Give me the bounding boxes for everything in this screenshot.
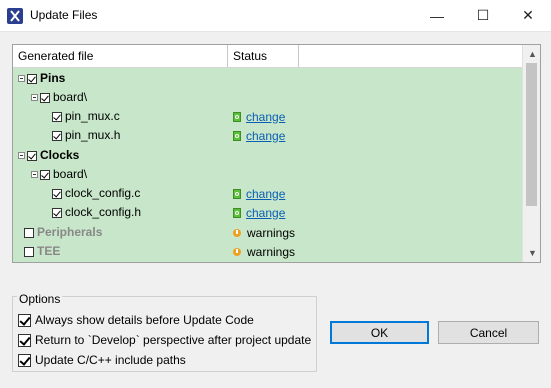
close-button[interactable]: ✕ xyxy=(505,0,551,31)
collapse-icon[interactable] xyxy=(18,152,25,159)
tree-item-label: board\ xyxy=(53,167,88,181)
change-link[interactable]: change xyxy=(246,110,285,124)
change-link[interactable]: change xyxy=(246,129,285,143)
minimize-button[interactable]: — xyxy=(414,0,460,31)
tree-item-label: clock_config.h xyxy=(65,205,142,219)
changed-file-icon xyxy=(233,111,241,122)
checkbox-peripherals[interactable] xyxy=(24,227,34,238)
checkbox-clocks[interactable] xyxy=(27,150,37,161)
collapse-icon[interactable] xyxy=(31,171,38,178)
option-label: Always show details before Update Code xyxy=(35,313,254,327)
warning-icon xyxy=(233,247,241,256)
tree-item-label: Pins xyxy=(40,71,66,85)
change-link[interactable]: change xyxy=(246,187,285,201)
scroll-up-icon[interactable]: ▲ xyxy=(528,49,537,59)
checkbox-always-show-details[interactable] xyxy=(18,313,31,327)
tree-row-clocks-board[interactable]: board\ xyxy=(13,165,522,184)
column-header-status[interactable]: Status xyxy=(228,45,299,67)
generated-files-tree[interactable]: Generated file Status Pins board\ pin_mu… xyxy=(12,44,541,263)
checkbox-clock-config-h[interactable] xyxy=(52,207,62,218)
option-always-show-details[interactable]: Always show details before Update Code xyxy=(18,313,254,327)
tree-rows: Pins board\ pin_mux.c change pin_mux.h c… xyxy=(13,68,522,262)
vertical-scrollbar[interactable]: ▲ ▼ xyxy=(522,45,540,262)
tree-item-label: pin_mux.h xyxy=(65,128,121,142)
tree-item-label: Peripherals xyxy=(37,225,103,239)
changed-file-icon xyxy=(233,188,241,199)
checkbox-board[interactable] xyxy=(40,169,50,180)
cancel-button[interactable]: Cancel xyxy=(438,321,539,344)
status-text: warnings xyxy=(247,225,296,240)
checkbox-return-to-develop[interactable] xyxy=(18,333,31,347)
window-title: Update Files xyxy=(30,8,98,22)
tree-row-tee[interactable]: TEE warnings xyxy=(13,242,522,261)
tree-row-pin-mux-c[interactable]: pin_mux.c change xyxy=(13,107,522,126)
checkbox-pin-mux-h[interactable] xyxy=(52,130,62,141)
tree-row-pins-board[interactable]: board\ xyxy=(13,88,522,107)
collapse-icon[interactable] xyxy=(31,94,38,101)
changed-file-icon xyxy=(233,130,241,141)
checkbox-clock-config-c[interactable] xyxy=(52,188,62,199)
collapse-icon[interactable] xyxy=(18,75,25,82)
option-label: Update C/C++ include paths xyxy=(35,353,186,367)
change-link[interactable]: change xyxy=(246,206,285,220)
tree-row-peripherals[interactable]: Peripherals warnings xyxy=(13,223,522,242)
tree-row-clocks[interactable]: Clocks xyxy=(13,146,522,165)
close-icon: ✕ xyxy=(522,7,534,23)
tree-row-pin-mux-h[interactable]: pin_mux.h change xyxy=(13,126,522,145)
checkbox-pins[interactable] xyxy=(27,73,37,84)
warning-icon xyxy=(233,228,241,237)
ok-button[interactable]: OK xyxy=(330,321,429,344)
tree-row-pins[interactable]: Pins xyxy=(13,69,522,88)
status-text: warnings xyxy=(247,244,296,259)
scroll-thumb[interactable] xyxy=(526,63,537,206)
tree-row-clock-config-c[interactable]: clock_config.c change xyxy=(13,184,522,203)
tree-item-label: TEE xyxy=(37,244,61,258)
option-label: Return to `Develop` perspective after pr… xyxy=(35,333,312,347)
app-x-icon xyxy=(7,8,23,24)
column-header-generated-file[interactable]: Generated file xyxy=(13,45,228,67)
tree-item-label: Clocks xyxy=(40,148,80,162)
changed-file-icon xyxy=(233,207,241,218)
tree-item-label: clock_config.c xyxy=(65,186,141,200)
checkbox-tee[interactable] xyxy=(24,246,34,257)
checkbox-update-include-paths[interactable] xyxy=(18,353,31,367)
option-update-include-paths[interactable]: Update C/C++ include paths xyxy=(18,353,186,367)
tree-row-clock-config-h[interactable]: clock_config.h change xyxy=(13,203,522,222)
maximize-icon: ☐ xyxy=(476,7,490,23)
column-header-row: Generated file Status xyxy=(13,45,522,68)
options-legend: Options xyxy=(17,292,63,306)
checkbox-board[interactable] xyxy=(40,92,50,103)
option-return-to-develop[interactable]: Return to `Develop` perspective after pr… xyxy=(18,333,311,347)
scroll-down-icon[interactable]: ▼ xyxy=(528,248,537,258)
maximize-button[interactable]: ☐ xyxy=(460,0,506,31)
checkbox-pin-mux-c[interactable] xyxy=(52,111,62,122)
title-bar: Update Files — ☐ ✕ xyxy=(0,0,551,32)
tree-item-label: board\ xyxy=(53,90,88,104)
tree-item-label: pin_mux.c xyxy=(65,109,120,123)
minimize-icon: — xyxy=(430,7,444,24)
